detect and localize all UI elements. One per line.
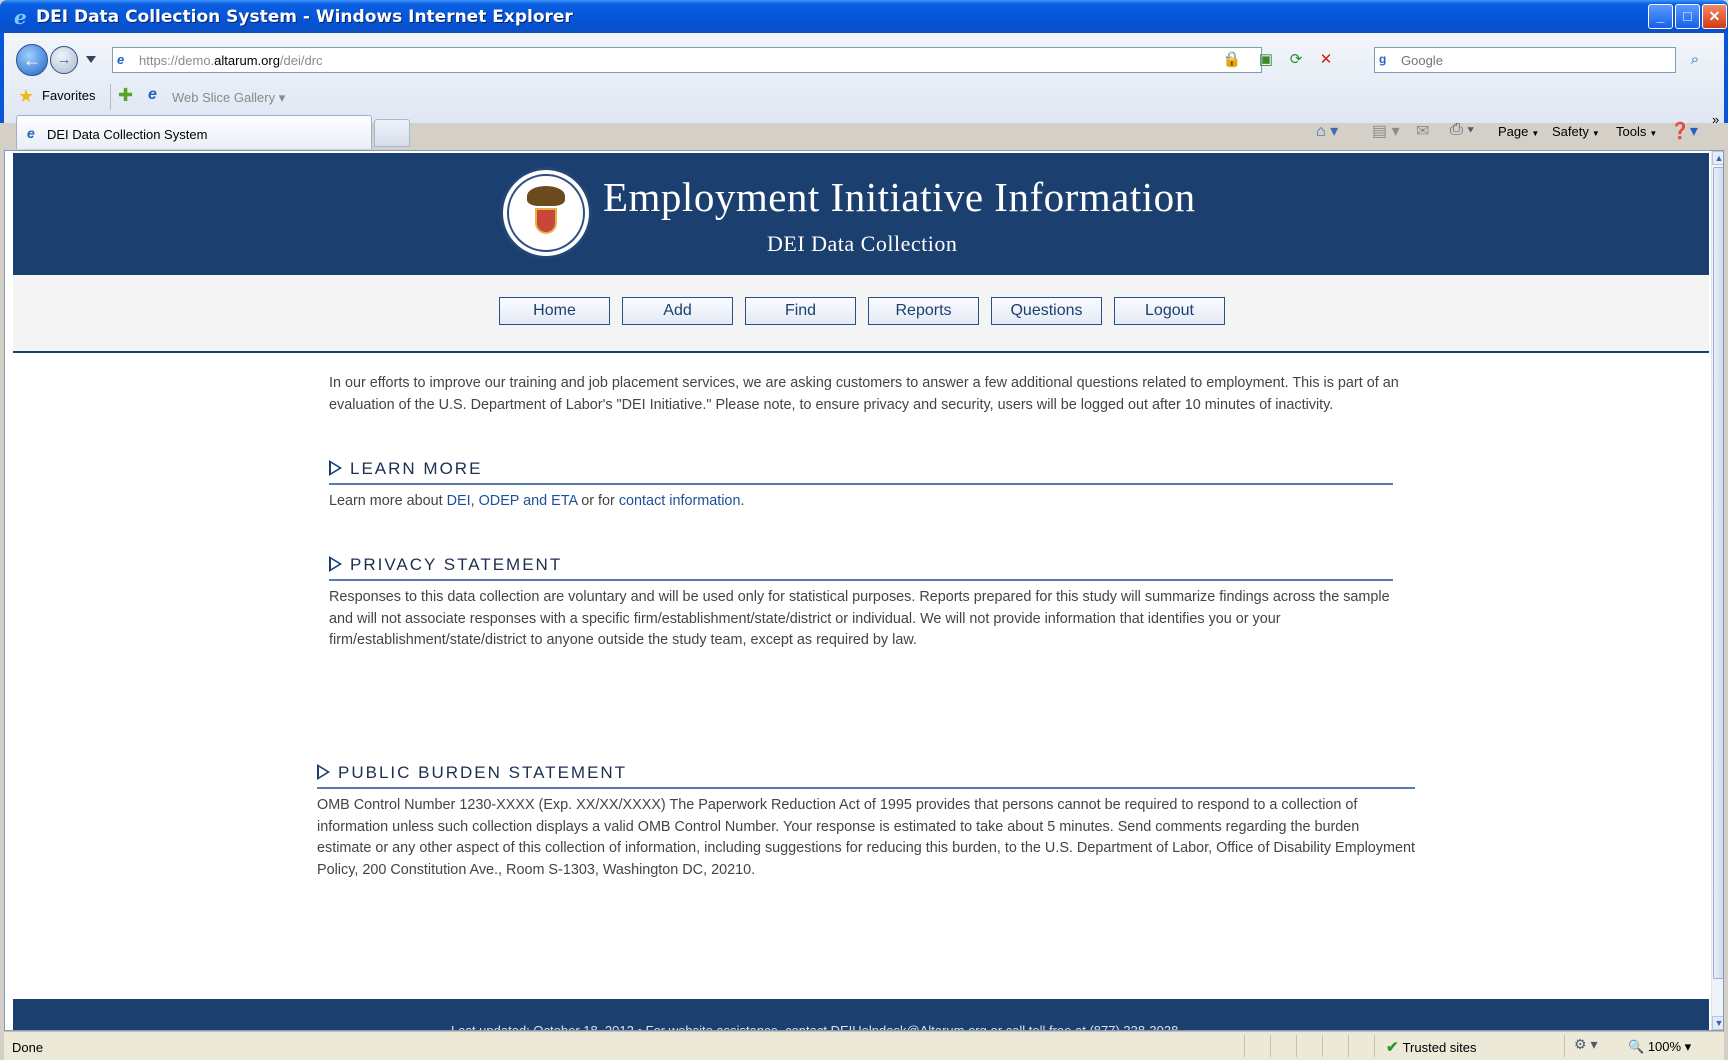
new-tab-button[interactable] xyxy=(374,119,410,147)
public-burden-text: OMB Control Number 1230-XXXX (Exp. XX/XX… xyxy=(317,797,1415,878)
dei-link[interactable]: DEI xyxy=(447,493,471,509)
odep-eta-link[interactable]: ODEP and ETA xyxy=(479,493,578,509)
status-bar: Done ✔ Trusted sites ⚙ ▾ 🔍 100% ▾ xyxy=(4,1031,1724,1060)
home-button[interactable]: Home xyxy=(499,297,610,325)
address-bar[interactable]: e https://demo.altarum.org/dei/drc ▼ xyxy=(112,47,1262,73)
add-button[interactable]: Add xyxy=(622,297,733,325)
protected-mode-icon[interactable]: ⚙ ▾ xyxy=(1574,1036,1597,1053)
site-title: Employment Initiative Information xyxy=(603,174,1196,220)
privacy-statement-heading[interactable]: PRIVACY STATEMENT xyxy=(329,555,562,577)
learn-more-text: Learn more about DEI, ODEP and ETA or fo… xyxy=(329,493,745,509)
checkmark-icon: ✔ xyxy=(1386,1039,1399,1056)
scroll-up-icon[interactable]: ▲ xyxy=(1712,151,1723,165)
site-banner: Employment Initiative Information DEI Da… xyxy=(13,153,1709,275)
privacy-statement-text: Responses to this data collection are vo… xyxy=(329,589,1390,648)
section-divider xyxy=(329,579,1393,581)
chevron-more-icon[interactable]: » xyxy=(1712,112,1719,127)
scroll-down-icon[interactable]: ▼ xyxy=(1712,1016,1723,1030)
main-menu: Home Add Find Reports Questions Logout xyxy=(13,275,1709,353)
department-of-labor-seal xyxy=(500,167,592,259)
favorites-star-icon[interactable]: ★ xyxy=(18,86,34,107)
logout-button[interactable]: Logout xyxy=(1114,297,1225,325)
compatibility-view-icon[interactable]: ▣ xyxy=(1254,48,1278,72)
section-divider xyxy=(329,483,1393,485)
favorites-bar: ★ Favorites ✚ e Web Slice Gallery ▾ xyxy=(4,82,1724,112)
section-divider xyxy=(317,787,1415,789)
print-icon[interactable]: ⎙ ▾ xyxy=(1450,121,1474,139)
tab-row: e DEI Data Collection System ⌂ ▾ ▤ ▾ ✉ ⎙… xyxy=(4,112,1724,150)
mail-icon[interactable]: ✉ xyxy=(1416,121,1429,141)
reports-button[interactable]: Reports xyxy=(868,297,979,325)
site-footer: Last updated: October 18, 2012 • For web… xyxy=(13,999,1709,1031)
web-page: Employment Initiative Information DEI Da… xyxy=(13,153,1709,1031)
home-icon[interactable]: ⌂ ▾ xyxy=(1316,121,1338,141)
minimize-button[interactable]: _ xyxy=(1648,4,1673,29)
ie-logo-icon: e xyxy=(14,5,27,29)
expand-triangle-icon xyxy=(329,460,342,476)
content-viewport: Employment Initiative Information DEI Da… xyxy=(4,150,1724,1031)
footer-text: Last updated: October 18, 2012 • For web… xyxy=(451,1023,1179,1031)
separator xyxy=(110,84,111,110)
window-title: DEI Data Collection System - Windows Int… xyxy=(36,7,573,27)
browser-window: e DEI Data Collection System - Windows I… xyxy=(0,0,1728,1060)
intro-text: In our efforts to improve our training a… xyxy=(329,375,1399,413)
google-icon: g xyxy=(1379,52,1387,66)
contact-information-link[interactable]: contact information xyxy=(619,493,741,509)
vertical-scrollbar[interactable]: ▲ ▼ xyxy=(1711,151,1723,1030)
web-slice-icon: e xyxy=(148,86,157,103)
search-box[interactable]: g xyxy=(1374,47,1676,73)
tab-label: DEI Data Collection System xyxy=(47,127,208,142)
add-favorite-icon[interactable]: ✚ xyxy=(118,85,133,106)
status-text: Done xyxy=(12,1040,44,1055)
web-slice-gallery-link[interactable]: Web Slice Gallery ▾ xyxy=(172,90,285,106)
tab-dei-data-collection[interactable]: e DEI Data Collection System xyxy=(16,115,372,149)
forward-button[interactable]: → xyxy=(50,46,78,74)
safety-menu[interactable]: Safety ▼ xyxy=(1552,124,1600,139)
url-text[interactable]: https://demo.altarum.org/dei/drc xyxy=(139,53,323,68)
search-input[interactable] xyxy=(1401,51,1661,69)
history-dropdown-icon[interactable] xyxy=(86,56,96,63)
stop-icon[interactable]: ✕ xyxy=(1314,48,1338,72)
scroll-thumb[interactable] xyxy=(1713,167,1723,979)
public-burden-heading[interactable]: PUBLIC BURDEN STATEMENT xyxy=(317,763,627,785)
questions-button[interactable]: Questions xyxy=(991,297,1102,325)
favorites-button[interactable]: Favorites xyxy=(42,88,95,103)
back-button[interactable]: ← xyxy=(16,44,48,76)
close-button[interactable]: ✕ xyxy=(1702,4,1727,29)
tools-menu[interactable]: Tools ▼ xyxy=(1616,124,1657,139)
refresh-icon[interactable]: ⟳ xyxy=(1284,48,1308,72)
tab-ie-icon: e xyxy=(27,125,35,141)
site-subtitle: DEI Data Collection xyxy=(767,231,958,256)
help-icon[interactable]: ❓▾ xyxy=(1670,121,1698,141)
expand-triangle-icon xyxy=(317,764,330,780)
page-menu[interactable]: Page ▼ xyxy=(1498,124,1539,139)
page-icon: e xyxy=(117,52,125,67)
expand-triangle-icon xyxy=(329,556,342,572)
feeds-icon[interactable]: ▤ ▾ xyxy=(1372,121,1400,141)
zoom-level[interactable]: 🔍 100% ▾ xyxy=(1628,1039,1691,1055)
search-icon[interactable]: ⌕ xyxy=(1682,47,1708,73)
learn-more-heading[interactable]: LEARN MORE xyxy=(329,459,482,481)
title-bar: e DEI Data Collection System - Windows I… xyxy=(0,0,1728,33)
maximize-button[interactable]: □ xyxy=(1675,4,1700,29)
lock-icon[interactable]: 🔒 xyxy=(1220,48,1244,72)
security-zone[interactable]: ✔ Trusted sites xyxy=(1386,1038,1477,1056)
find-button[interactable]: Find xyxy=(745,297,856,325)
